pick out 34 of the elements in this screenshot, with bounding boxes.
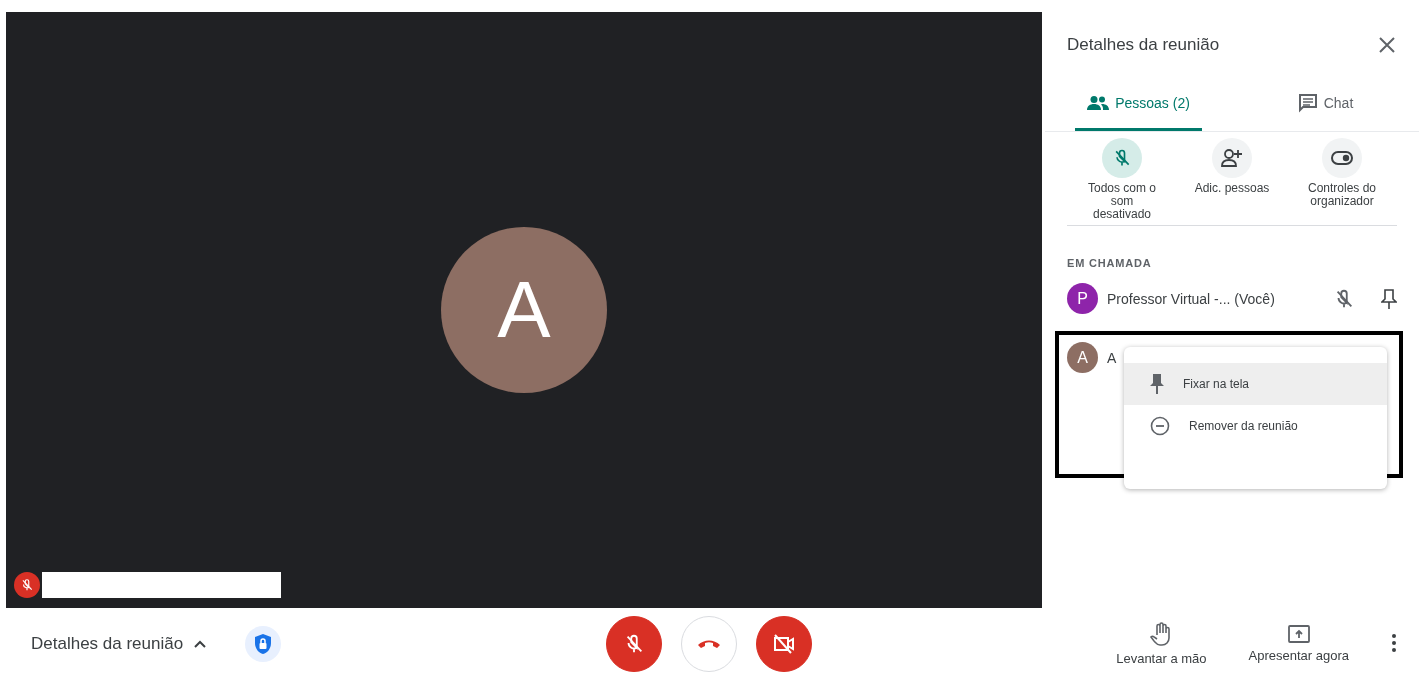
section-heading: EM CHAMADA [1067, 257, 1153, 269]
participant-name: A [1107, 349, 1117, 366]
participant-avatar: P [1067, 283, 1098, 314]
chevron-up-icon [193, 639, 208, 649]
participant-avatar: A [441, 227, 607, 393]
camera-off-icon [772, 633, 796, 655]
tab[interactable]: Pessoas (2) [1075, 78, 1202, 131]
chat-icon [1297, 93, 1318, 113]
add-person-icon [1221, 148, 1243, 168]
pin-icon[interactable] [1381, 288, 1397, 309]
action-button[interactable]: Todos com o som desativado [1067, 138, 1177, 221]
hand-icon [1150, 622, 1173, 646]
tab[interactable]: Chat [1262, 78, 1389, 131]
participant-avatar: A [1067, 342, 1098, 373]
meeting-details-button[interactable]: Detalhes da reunião [31, 634, 208, 654]
panel-title: Detalhes da reunião [1067, 35, 1220, 55]
action-button[interactable]: Controles do organizador [1287, 138, 1397, 221]
people-icon [1087, 95, 1110, 111]
menu-item[interactable]: Fixar na tela [1124, 363, 1387, 405]
toolbar-button[interactable]: Apresentar agora [1234, 625, 1363, 663]
toggle-icon [1331, 151, 1353, 165]
close-button[interactable] [1377, 35, 1397, 55]
participant-name: Professor Virtual -... (Você) [1107, 290, 1275, 307]
phone-icon [697, 638, 721, 650]
toolbar-button[interactable]: Levantar a mão [1102, 622, 1221, 666]
present-icon [1287, 625, 1310, 643]
microphone-button[interactable] [606, 616, 662, 672]
hang-up-button[interactable] [681, 616, 737, 672]
shield-lock-icon[interactable] [245, 626, 282, 662]
menu-item[interactable]: Remover da reunião [1124, 405, 1387, 447]
camera-button[interactable] [756, 616, 812, 672]
pin-icon [1150, 374, 1164, 394]
action-button[interactable]: Adic. pessoas [1177, 138, 1287, 221]
remove-icon [1150, 416, 1170, 436]
